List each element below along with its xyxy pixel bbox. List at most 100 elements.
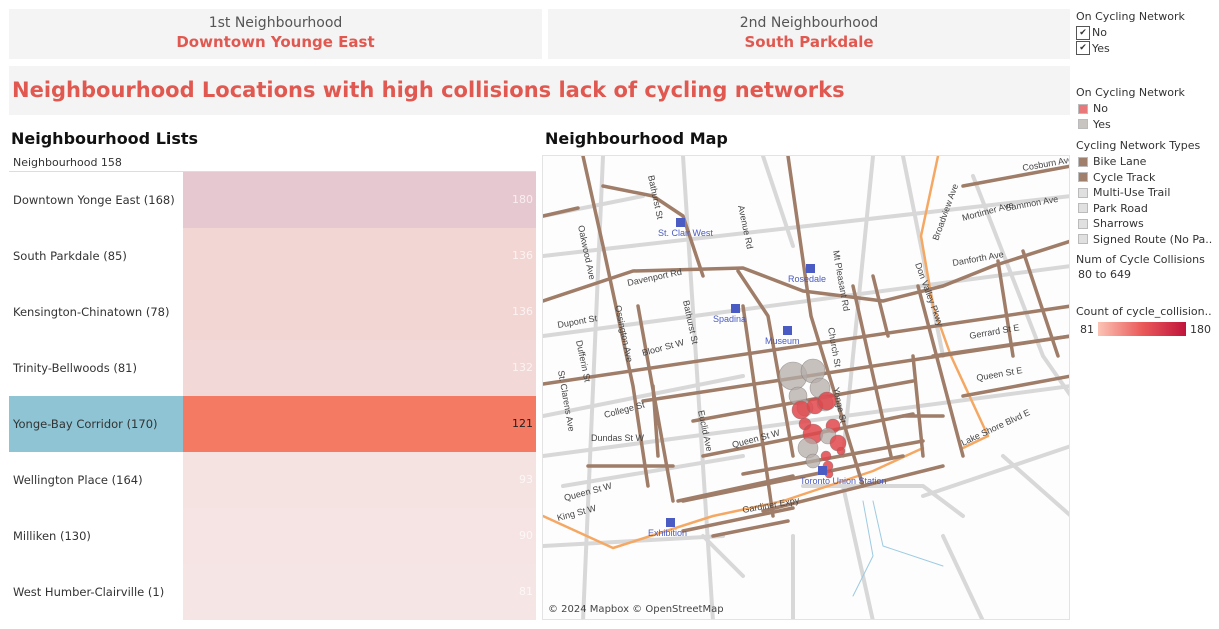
cycling-route bbox=[871, 274, 890, 338]
neighbourhood-name[interactable]: Trinity-Bellwoods (81) bbox=[9, 340, 183, 396]
transit-station-icon bbox=[818, 466, 827, 475]
list-row[interactable]: West Humber-Clairville (1) 81 bbox=[9, 564, 536, 620]
collision-count-cell[interactable]: 136 bbox=[183, 284, 536, 340]
neighbourhood-name[interactable]: West Humber-Clairville (1) bbox=[9, 564, 183, 620]
type-legend-item[interactable]: Sharrows bbox=[1076, 216, 1212, 232]
cycling-route bbox=[651, 384, 660, 458]
second-neighbourhood-value: South Parkdale bbox=[744, 33, 874, 51]
street-label: Ossington Ave bbox=[613, 304, 635, 363]
street-label: Dupont St bbox=[557, 313, 599, 330]
second-neighbourhood-label: 2nd Neighbourhood bbox=[739, 15, 879, 31]
collision-marker[interactable] bbox=[836, 446, 846, 456]
types-legend: Bike Lane Cycle Track Multi-Use Trail Park … bbox=[1076, 154, 1212, 247]
station-label: Toronto Union Station bbox=[800, 476, 887, 486]
filter-option[interactable]: ✔ No bbox=[1076, 25, 1212, 41]
street-label: Bathurst St bbox=[681, 299, 700, 345]
collision-marker[interactable] bbox=[820, 450, 832, 462]
collision-count: 93 bbox=[519, 473, 533, 486]
type-legend-item[interactable]: Signed Route (No Pa.. bbox=[1076, 232, 1212, 248]
list-row[interactable]: Kensington-Chinatown (78) 136 bbox=[9, 284, 536, 340]
road bbox=[841, 484, 875, 619]
station-label: Rosedale bbox=[788, 274, 826, 284]
neighbourhood-name[interactable]: Wellington Place (164) bbox=[9, 452, 183, 508]
list-row[interactable]: Wellington Place (164) 93 bbox=[9, 452, 536, 508]
transit-station-icon bbox=[666, 518, 675, 527]
color-legend: No Yes bbox=[1076, 101, 1212, 132]
checkbox-icon[interactable]: ✔ bbox=[1076, 41, 1090, 56]
street-label: Mt Pleasant Rd bbox=[831, 250, 852, 312]
cycling-route bbox=[851, 284, 893, 458]
swatch-icon bbox=[1078, 103, 1088, 114]
title-banner: Neighbourhood Locations with high collis… bbox=[9, 66, 1070, 115]
gradient-bar bbox=[1098, 322, 1186, 336]
filter-label: Yes bbox=[1092, 41, 1110, 55]
list-row[interactable]: Trinity-Bellwoods (81) 132 bbox=[9, 340, 536, 396]
transit-station-icon bbox=[783, 326, 792, 335]
collision-count-cell[interactable]: 136 bbox=[183, 228, 536, 284]
collision-count: 132 bbox=[512, 361, 533, 374]
collision-count: 136 bbox=[512, 249, 533, 262]
map-canvas[interactable]: Bathurst StAvenue RdOakwood Ave St. Clair… bbox=[543, 156, 1070, 620]
swatch-icon bbox=[1078, 218, 1088, 229]
neighbourhood-name[interactable]: Downtown Yonge East (168) bbox=[9, 172, 183, 228]
station-label: St. Clair West bbox=[658, 228, 713, 238]
first-neighbourhood-value: Downtown Younge East bbox=[176, 33, 375, 51]
collision-count: 136 bbox=[512, 305, 533, 318]
legend-label: Multi-Use Trail bbox=[1093, 186, 1171, 200]
type-legend-item[interactable]: Park Road bbox=[1076, 201, 1212, 217]
transit-station-icon bbox=[806, 264, 815, 273]
collision-count-cell[interactable]: 132 bbox=[183, 340, 536, 396]
street-label: Don Valley Pkwy bbox=[913, 261, 945, 328]
collision-count-cell[interactable]: 180 bbox=[183, 172, 536, 228]
checkbox-icon[interactable]: ✔ bbox=[1076, 25, 1090, 40]
collision-count-cell[interactable]: 121 bbox=[183, 396, 536, 452]
cycling-route bbox=[931, 334, 1069, 358]
color-legend-item[interactable]: No bbox=[1076, 101, 1212, 117]
neighbourhood-map[interactable]: Bathurst St Avenue Rd Oakwood Ave St. Clair… bbox=[542, 155, 1070, 620]
gradient-legend-title: Count of cycle_collision.. bbox=[1076, 305, 1212, 318]
neighbourhood-name[interactable]: Kensington-Chinatown (78) bbox=[9, 284, 183, 340]
collision-count-cell[interactable]: 90 bbox=[183, 508, 536, 564]
type-legend-item[interactable]: Multi-Use Trail bbox=[1076, 185, 1212, 201]
cycling-route bbox=[676, 474, 795, 503]
collision-count: 121 bbox=[512, 417, 533, 430]
legend-label: No bbox=[1093, 102, 1108, 116]
lists-title: Neighbourhood Lists bbox=[11, 129, 199, 148]
filter-option[interactable]: ✔ Yes bbox=[1076, 41, 1212, 57]
road bbox=[921, 444, 1069, 498]
neighbourhood-name[interactable]: Yonge-Bay Corridor (170) bbox=[9, 396, 183, 452]
size-legend-title: Num of Cycle Collisions bbox=[1076, 253, 1205, 266]
collision-count: 90 bbox=[519, 529, 533, 542]
street-label: Sammon Ave bbox=[1005, 194, 1059, 213]
swatch-icon bbox=[1078, 119, 1088, 130]
street-label: King St W bbox=[556, 503, 598, 523]
swatch-icon bbox=[1078, 234, 1088, 245]
collision-count: 180 bbox=[512, 193, 533, 206]
dashboard-title: Neighbourhood Locations with high collis… bbox=[12, 78, 845, 102]
swatch-icon bbox=[1078, 156, 1088, 167]
types-legend-title: Cycling Network Types bbox=[1076, 139, 1201, 152]
type-legend-item[interactable]: Bike Lane bbox=[1076, 154, 1212, 170]
legend-label: Sharrows bbox=[1093, 217, 1144, 231]
neighbourhood-name[interactable]: Milliken (130) bbox=[9, 508, 183, 564]
map-attribution: © 2024 Mapbox © OpenStreetMap bbox=[548, 604, 724, 615]
type-legend-item[interactable]: Cycle Track bbox=[1076, 170, 1212, 186]
collision-count-cell[interactable]: 81 bbox=[183, 564, 536, 620]
color-legend-item[interactable]: Yes bbox=[1076, 117, 1212, 133]
street-label: Dufferin St bbox=[574, 339, 593, 383]
list-row[interactable]: South Parkdale (85) 136 bbox=[9, 228, 536, 284]
neighbourhood-name[interactable]: South Parkdale (85) bbox=[9, 228, 183, 284]
transit-station-icon bbox=[731, 304, 740, 313]
list-row[interactable]: Yonge-Bay Corridor (170) 121 bbox=[9, 396, 536, 452]
cycling-route bbox=[961, 164, 1069, 188]
transit-station-icon bbox=[676, 218, 685, 227]
list-row[interactable]: Downtown Yonge East (168) 180 bbox=[9, 172, 536, 228]
gradient-min: 81 bbox=[1080, 322, 1094, 336]
list-row[interactable]: Milliken (130) 90 bbox=[9, 508, 536, 564]
gradient-max: 180 bbox=[1190, 322, 1211, 336]
column-header[interactable]: Neighbourhood 158 bbox=[13, 156, 122, 169]
legend-label: Yes bbox=[1093, 117, 1111, 131]
street-label: Avenue Rd bbox=[736, 204, 755, 249]
collision-marker[interactable] bbox=[805, 453, 821, 469]
collision-count-cell[interactable]: 93 bbox=[183, 452, 536, 508]
